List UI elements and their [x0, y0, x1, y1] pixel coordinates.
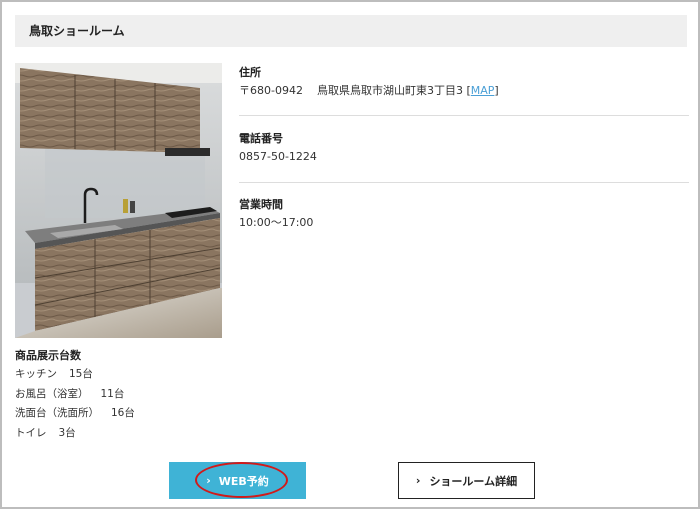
- showroom-panel: 鳥取ショールーム 商品展示台数 キッチン 15台 お風呂（浴室） 11台 洗面台…: [0, 0, 700, 509]
- kitchen-photo: [15, 63, 222, 338]
- exhibit-label: お風呂（浴室）: [15, 387, 89, 400]
- hours-value: 10:00〜17:00: [239, 216, 314, 229]
- address-section: 住所 〒680-0942 鳥取県鳥取市湖山町東3丁目3 [MAP]: [239, 64, 689, 100]
- street-address: 鳥取県鳥取市湖山町東3丁目3: [316, 84, 463, 97]
- exhibit-count: 3台: [58, 426, 76, 439]
- chevron-right-icon: ›: [206, 474, 211, 487]
- exhibit-row: キッチン 15台: [15, 365, 225, 385]
- hours-label: 営業時間: [239, 198, 283, 211]
- exhibit-label: 洗面台（洗面所）: [15, 407, 99, 419]
- exhibit-label: キッチン: [15, 368, 57, 380]
- exhibit-label: トイレ: [15, 426, 47, 439]
- showroom-detail-label: ショールーム詳細: [429, 474, 518, 488]
- exhibit-count: 11台: [100, 387, 125, 400]
- web-reserve-button[interactable]: › WEB予約: [169, 462, 306, 499]
- exhibit-title: 商品展示台数: [15, 349, 81, 362]
- divider: [239, 182, 689, 183]
- exhibit-counts: 商品展示台数 キッチン 15台 お風呂（浴室） 11台 洗面台（洗面所） 16台 トイ…: [15, 346, 225, 443]
- exhibit-row: トイレ 3台: [15, 424, 225, 444]
- exhibit-count: 15台: [69, 368, 93, 380]
- map-link[interactable]: MAP: [471, 84, 495, 97]
- exhibit-count: 16台: [111, 407, 135, 419]
- phone-section: 電話番号 0857-50-1224: [239, 130, 689, 166]
- address-value: 〒680-0942 鳥取県鳥取市湖山町東3丁目3 [MAP]: [239, 82, 689, 100]
- map-bracket-close: ]: [494, 84, 499, 97]
- postal-code: 〒680-0942: [239, 84, 303, 97]
- chevron-right-icon: ›: [415, 474, 421, 487]
- showroom-title: 鳥取ショールーム: [15, 15, 687, 47]
- phone-value: 0857-50-1224: [239, 150, 317, 163]
- hours-section: 営業時間 10:00〜17:00: [239, 196, 689, 232]
- web-reserve-label: WEB予約: [218, 474, 269, 488]
- exhibit-row: お風呂（浴室） 11台: [15, 385, 225, 405]
- showroom-detail-button[interactable]: › ショールーム詳細: [398, 462, 535, 499]
- address-label: 住所: [239, 66, 261, 79]
- phone-label: 電話番号: [239, 132, 283, 145]
- exhibit-row: 洗面台（洗面所） 16台: [15, 404, 225, 424]
- divider: [239, 115, 689, 116]
